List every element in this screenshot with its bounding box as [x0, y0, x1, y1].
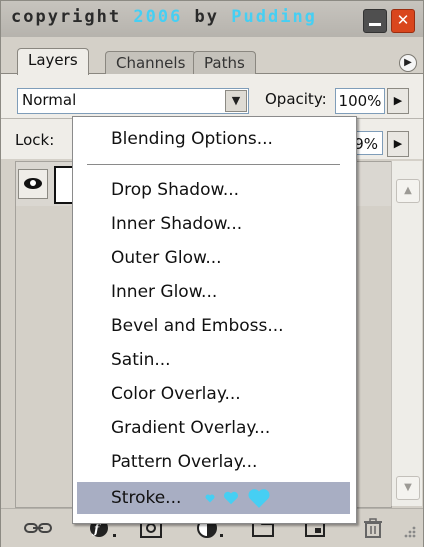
eye-icon [24, 178, 42, 189]
opacity-field[interactable]: 100% [335, 88, 385, 114]
title-text: copyright 2006 by Pudding [11, 7, 317, 27]
blend-row: Normal ▼ Opacity: 100% ▶ [1, 74, 423, 118]
opacity-label: Opacity: [265, 90, 327, 108]
resize-grip-icon[interactable] [401, 523, 417, 539]
scroll-down-button[interactable]: ▼ [396, 476, 420, 500]
close-button[interactable]: ✕ [391, 9, 415, 33]
panel-menu-button[interactable]: ▶ [399, 54, 417, 72]
layers-panel-window: copyright 2006 by Pudding ✕ Layers Chann… [0, 0, 424, 547]
scroll-up-button[interactable]: ▲ [396, 179, 420, 203]
link-icon [24, 523, 52, 533]
menu-item-bevel-emboss[interactable]: Bevel and Emboss... [77, 310, 350, 342]
menu-item-blending-options[interactable]: Blending Options... [77, 123, 350, 155]
menu-item-inner-glow[interactable]: Inner Glow... [77, 276, 350, 308]
minimize-button[interactable] [363, 9, 387, 33]
trash-icon [364, 518, 382, 538]
heart-icon [224, 491, 238, 505]
delete-layer-button[interactable] [361, 517, 385, 539]
title-bar: copyright 2006 by Pudding ✕ [1, 1, 423, 37]
link-button[interactable] [23, 517, 53, 539]
tab-paths[interactable]: Paths [193, 51, 256, 74]
heart-icon [248, 488, 270, 508]
heart-decorations [205, 482, 271, 514]
tab-layers[interactable]: Layers [17, 48, 89, 75]
menu-item-gradient-overlay[interactable]: Gradient Overlay... [77, 412, 350, 444]
blend-mode-value: Normal [22, 91, 77, 109]
arrow-circle-icon: ▶ [404, 57, 412, 68]
layer-style-menu: Blending Options... Drop Shadow... Inner… [72, 116, 357, 524]
menu-item-inner-shadow[interactable]: Inner Shadow... [77, 208, 350, 240]
vertical-scrollbar[interactable]: ▲ ▼ [391, 161, 422, 506]
lock-label: Lock: [15, 131, 55, 149]
tab-channels[interactable]: Channels [105, 51, 197, 74]
menu-item-satin[interactable]: Satin... [77, 344, 350, 376]
opacity-stepper[interactable]: ▶ [387, 88, 409, 114]
menu-item-color-overlay[interactable]: Color Overlay... [77, 378, 350, 410]
fill-stepper[interactable]: ▶ [387, 131, 409, 157]
menu-item-stroke[interactable]: Stroke... [77, 482, 350, 514]
menu-item-outer-glow[interactable]: Outer Glow... [77, 242, 350, 274]
menu-item-drop-shadow[interactable]: Drop Shadow... [77, 174, 350, 206]
blend-mode-select[interactable]: Normal ▼ [17, 88, 249, 114]
chevron-down-icon[interactable]: ▼ [225, 90, 247, 112]
heart-icon [205, 494, 215, 502]
tab-row: Layers Channels Paths ▶ [1, 37, 423, 75]
visibility-toggle[interactable] [18, 169, 48, 199]
menu-item-pattern-overlay[interactable]: Pattern Overlay... [77, 446, 350, 478]
menu-separator [87, 164, 340, 165]
